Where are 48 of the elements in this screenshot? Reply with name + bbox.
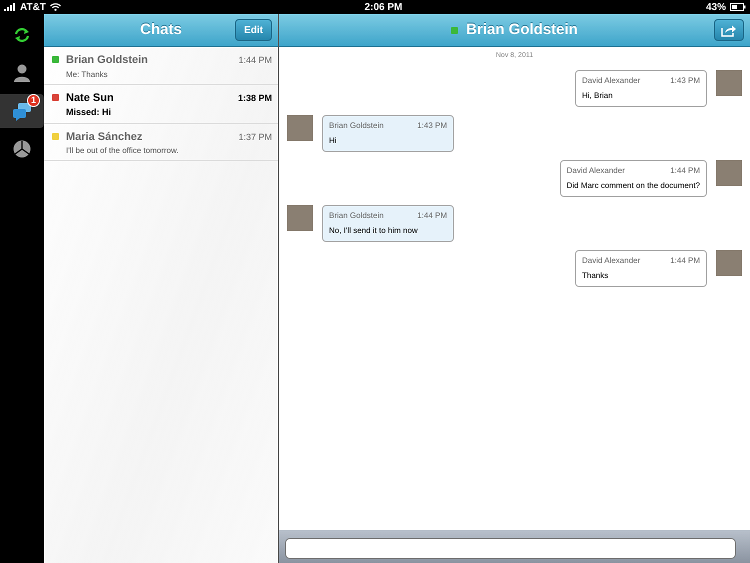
message-preview: Me: Thanks <box>66 68 109 80</box>
message-preview: Missed: Hi <box>66 106 112 119</box>
message-preview: I'll be out of the office tomorrow. <box>66 145 179 157</box>
sync-arrows-icon <box>12 25 32 45</box>
battery-icon <box>730 3 746 11</box>
sender-name: David Alexander <box>582 74 640 86</box>
wifi-icon <box>50 3 61 11</box>
chat-time: 1:38 PM <box>238 92 272 104</box>
message-time: 1:44 PM <box>670 254 700 266</box>
message-text: Hi <box>329 134 338 146</box>
message-time: 1:43 PM <box>670 74 700 86</box>
chat-bubbles-icon <box>12 101 32 121</box>
message-time: 1:44 PM <box>417 210 447 222</box>
sender-name: Brian Goldstein <box>329 120 384 132</box>
chat-list-item[interactable]: Nate Sun Missed: Hi 1:38 PM <box>44 84 278 124</box>
avatar-photo-placeholder <box>287 204 313 230</box>
sender-name: David Alexander <box>582 254 640 266</box>
chat-time: 1:37 PM <box>238 130 272 144</box>
message-text: No, I'll send it to him now <box>329 224 419 236</box>
share-icon <box>721 24 737 36</box>
notification-badge: 1 <box>27 94 40 107</box>
clock-time: 2:06 PM <box>364 2 402 12</box>
conversation-title: Brian Goldstein <box>466 20 578 40</box>
avatar-photo-placeholder <box>716 160 742 186</box>
panel-title: Chats <box>140 20 182 40</box>
battery-percent: 43% <box>706 0 726 14</box>
chat-list-item[interactable]: Maria Sánchez I'll be out of the office tomorrow. 1:37 PM <box>44 124 278 161</box>
message-input-field[interactable] <box>285 538 736 558</box>
sender-name: David Alexander <box>566 164 625 176</box>
carrier-name: AT&T <box>20 0 46 14</box>
message-text: Did Marc comment on the document? <box>566 180 700 192</box>
avatar-photo-placeholder <box>716 250 742 276</box>
chat-list-item[interactable]: Brian Goldstein Me: Thanks 1:44 PM <box>44 47 278 84</box>
chat-time: 1:44 PM <box>238 54 272 67</box>
signal-icon <box>4 3 16 11</box>
avatar-photo-placeholder <box>287 114 313 140</box>
avatar-photo-placeholder <box>716 70 742 96</box>
sidebar-tab[interactable]: 1 <box>0 94 44 128</box>
contact-name: Nate Sun <box>66 90 114 106</box>
contact-name: Maria Sánchez <box>66 130 144 144</box>
share-button[interactable] <box>714 19 744 41</box>
message-time: 1:43 PM <box>417 120 447 132</box>
message-text: Hi, Brian <box>582 90 614 102</box>
message-time: 1:44 PM <box>670 164 700 176</box>
message-text: Thanks <box>582 270 610 282</box>
contact-name: Brian Goldstein <box>66 53 148 68</box>
person-icon <box>12 63 32 83</box>
sender-name: Brian Goldstein <box>329 210 384 222</box>
